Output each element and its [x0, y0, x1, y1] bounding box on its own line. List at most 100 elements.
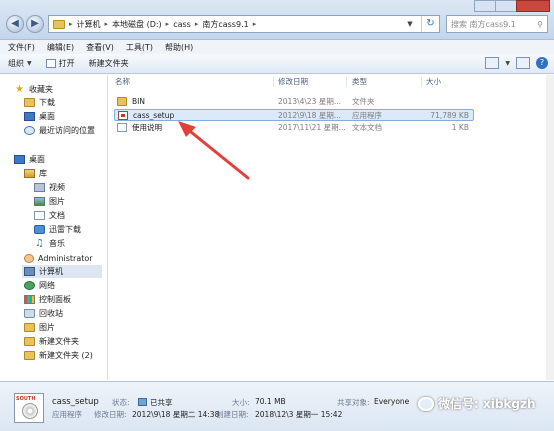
column-header-modified[interactable]: 修改日期 — [278, 75, 308, 89]
sidebar-item-recycle-bin[interactable]: 回收站 — [24, 307, 63, 320]
file-row-bin[interactable]: BIN 2013\4\23 星期... 文件夹 — [114, 96, 474, 108]
menu-file[interactable]: 文件(F) — [8, 42, 35, 53]
recent-places-icon — [24, 126, 35, 135]
sidebar-item-documents[interactable]: 文档 — [34, 209, 65, 222]
chevron-down-icon[interactable]: ▼ — [403, 20, 417, 28]
file-type: 文本文档 — [352, 123, 382, 132]
minimize-button[interactable] — [474, 0, 496, 12]
file-type: 应用程序 — [352, 111, 382, 120]
view-options-icon[interactable] — [485, 57, 500, 69]
address-bar[interactable]: ▸ 计算机 ▸ 本地磁盘 (D:) ▸ cass ▸ 南方cass9.1 ▸ ▼… — [48, 15, 440, 33]
menu-edit[interactable]: 编辑(E) — [47, 42, 74, 53]
desktop-icon — [24, 112, 35, 121]
text-document-icon — [117, 123, 127, 132]
video-library-icon — [34, 183, 45, 192]
application-icon — [118, 111, 128, 120]
sidebar-item-downloads[interactable]: 下载 — [24, 96, 55, 109]
sidebar-item-pictures[interactable]: 图片 — [34, 195, 65, 208]
breadcrumb-current[interactable]: 南方cass9.1 — [202, 19, 248, 30]
details-file-type: 应用程序 — [52, 410, 82, 419]
details-created-value: 2018\12\3 星期一 15:42 — [255, 410, 343, 419]
desktop-icon — [14, 155, 25, 164]
file-modified: 2017\11\21 星期... — [278, 123, 346, 132]
sidebar-item-videos[interactable]: 视频 — [34, 181, 65, 194]
recycle-bin-icon — [24, 309, 35, 318]
sidebar-item-label: 网络 — [39, 281, 55, 290]
picture-library-icon — [34, 197, 45, 206]
column-header-type[interactable]: 类型 — [352, 75, 367, 89]
menu-bar: 文件(F) 编辑(E) 查看(V) 工具(T) 帮助(H) — [0, 40, 554, 54]
sidebar-item-network[interactable]: 网络 — [24, 279, 55, 292]
search-input[interactable]: 搜索 南方cass9.1 ⚲ — [446, 15, 548, 33]
column-divider[interactable] — [346, 77, 347, 87]
file-list: 名称 修改日期 类型 大小 BIN 2013\4\23 星期... 文件夹 ca… — [109, 75, 554, 380]
star-icon: ★ — [15, 84, 24, 95]
file-row-cass-setup[interactable]: cass_setup 2012\9\18 星期... 应用程序 71,789 K… — [114, 109, 474, 121]
sidebar-item-label: 库 — [39, 169, 47, 178]
breadcrumb-cass[interactable]: cass — [173, 20, 191, 29]
sidebar-item-label: 新建文件夹 (2) — [39, 351, 93, 360]
menu-view[interactable]: 查看(V) — [86, 42, 114, 53]
close-button[interactable] — [516, 0, 550, 12]
column-header-name[interactable]: 名称 — [115, 75, 130, 89]
new-folder-label: 新建文件夹 — [88, 59, 129, 68]
back-button[interactable]: ◀ — [6, 15, 24, 33]
forward-button[interactable]: ▶ — [26, 15, 44, 33]
file-row-readme[interactable]: 使用说明 2017\11\21 星期... 文本文档 1 KB — [114, 122, 474, 134]
new-folder-button[interactable]: 新建文件夹 — [89, 58, 129, 69]
sidebar-item-label: 下载 — [39, 98, 55, 107]
sidebar-item-label: 音乐 — [49, 239, 65, 248]
chevron-right-icon: ▸ — [104, 20, 109, 28]
column-divider[interactable] — [273, 77, 274, 87]
sidebar-item-recent[interactable]: 最近访问的位置 — [24, 124, 95, 137]
sidebar-item-music[interactable]: ♫ 音乐 — [34, 237, 65, 250]
title-bar: ◀ ▶ ▸ 计算机 ▸ 本地磁盘 (D:) ▸ cass ▸ 南方cass9.1… — [0, 0, 554, 40]
sidebar-item-pictures-folder[interactable]: 图片 — [24, 321, 55, 334]
watermark-text: 微信号: xibkgzh — [438, 397, 536, 411]
breadcrumb-computer[interactable]: 计算机 — [77, 19, 101, 30]
preview-pane-icon[interactable] — [516, 57, 530, 69]
sidebar-item-xunlei[interactable]: 迅雷下载 — [34, 223, 81, 236]
user-icon — [24, 254, 34, 263]
details-status: 已共享 — [136, 397, 173, 408]
sidebar-item-control-panel[interactable]: 控制面板 — [24, 293, 71, 306]
wechat-watermark: 微信号: xibkgzh — [418, 395, 536, 412]
sidebar-item-administrator[interactable]: Administrator — [24, 252, 93, 265]
column-header-size[interactable]: 大小 — [426, 75, 441, 89]
sidebar-item-label: 图片 — [49, 197, 65, 206]
view-controls: ▼ ? — [485, 57, 548, 69]
thumbnail-brand-text: SOUTH — [16, 396, 36, 402]
column-divider[interactable] — [421, 77, 422, 87]
sidebar-item-desktop-fav[interactable]: 桌面 — [24, 110, 55, 123]
help-icon[interactable]: ? — [536, 57, 548, 69]
file-name: BIN — [132, 97, 145, 106]
file-type: 文件夹 — [352, 97, 375, 106]
sidebar-item-new-folder[interactable]: 新建文件夹 — [24, 335, 79, 348]
organize-button[interactable]: 组织 ▼ — [8, 58, 32, 69]
open-button[interactable]: 打开 — [45, 58, 75, 69]
sidebar-item-library[interactable]: 库 — [24, 167, 47, 180]
breadcrumb-drive[interactable]: 本地磁盘 (D:) — [112, 19, 162, 30]
sidebar-item-favorites[interactable]: ★ 收藏夹 — [14, 83, 53, 96]
navigation-pane: ★ 收藏夹 下载 桌面 最近访问的位置 桌面 库 视频 图片 文档 迅雷下载 ♫… — [0, 75, 108, 380]
file-size: 71,789 KB — [430, 111, 469, 120]
sidebar-item-label: 最近访问的位置 — [39, 126, 95, 135]
menu-help[interactable]: 帮助(H) — [165, 42, 193, 53]
maximize-button[interactable] — [495, 0, 517, 12]
details-modified-value: 2012\9\18 星期二 14:38 — [132, 410, 220, 419]
sidebar-item-label: 计算机 — [39, 267, 63, 276]
menu-tools[interactable]: 工具(T) — [126, 42, 153, 53]
sidebar-item-computer[interactable]: 计算机 — [22, 265, 102, 278]
sidebar-item-new-folder-2[interactable]: 新建文件夹 (2) — [24, 349, 93, 362]
sidebar-item-label: 文档 — [49, 211, 65, 220]
file-name: cass_setup — [133, 111, 175, 120]
vertical-scrollbar[interactable] — [546, 75, 554, 380]
chevron-down-icon[interactable]: ▼ — [505, 60, 510, 67]
refresh-icon[interactable]: ↻ — [421, 16, 439, 32]
sidebar-item-label: 桌面 — [29, 155, 45, 164]
search-icon: ⚲ — [537, 19, 543, 29]
sidebar-item-label: 迅雷下载 — [49, 225, 81, 234]
sidebar-item-label: 桌面 — [39, 112, 55, 121]
sidebar-item-desktop[interactable]: 桌面 — [14, 153, 45, 166]
folder-icon — [24, 323, 35, 332]
